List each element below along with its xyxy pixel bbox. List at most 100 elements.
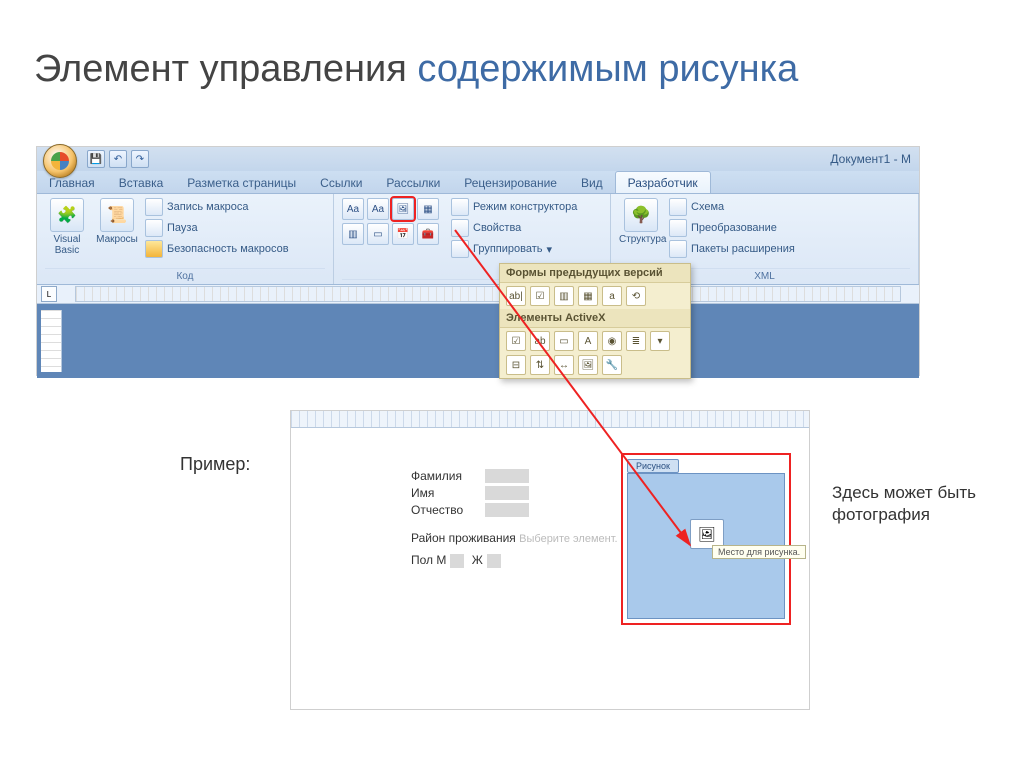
transform-icon [669,219,687,237]
legacy-forms-header: Формы предыдущих версий [500,264,690,283]
document-background [37,304,919,378]
design-mode-button[interactable]: Режим конструктора [451,198,577,216]
label-pol: Пол [411,553,433,567]
word-screenshot: 💾 ↶ ↷ Документ1 - M Главная Вставка Разм… [36,146,920,376]
group-controls-button[interactable]: Группировать ▾ [451,240,577,258]
activex-check-icon[interactable]: ☑ [506,331,526,351]
combo-control-icon[interactable]: ▥ [342,223,364,245]
activex-button-icon[interactable]: ▭ [554,331,574,351]
macro-security-button[interactable]: Безопасность макросов [145,240,289,258]
structure-button[interactable]: 🌳 Структура [619,198,663,245]
design-mode-icon [451,198,469,216]
structure-icon: 🌳 [624,198,658,232]
legacy-reset-icon[interactable]: ⟲ [626,286,646,306]
document-surface[interactable] [66,304,919,378]
tab-selector[interactable]: L [41,286,57,302]
dropdown-control-icon[interactable]: ▭ [367,223,389,245]
label-otchestvo: Отчество [411,503,477,517]
shield-icon [145,240,163,258]
checkbox-pol-m[interactable] [450,554,464,568]
legacy-frame-icon[interactable]: ▦ [578,286,598,306]
legacy-field-icon[interactable]: a [602,286,622,306]
field-imya[interactable] [485,486,529,500]
slide-title-accent: содержимым рисунка [417,48,798,90]
side-note: Здесь может быть фотография [832,482,982,526]
schema-icon [669,198,687,216]
example-ruler [291,411,809,428]
activex-combo-icon[interactable]: ▾ [650,331,670,351]
undo-icon[interactable]: ↶ [109,150,127,168]
tab-pagelayout[interactable]: Разметка страницы [175,172,308,193]
activex-option-icon[interactable]: ◉ [602,331,622,351]
save-icon[interactable]: 💾 [87,150,105,168]
visual-basic-button[interactable]: 🧩 Visual Basic [45,198,89,256]
activex-header: Элементы ActiveX [500,309,690,328]
activex-image-icon[interactable]: 🖼 [578,355,598,375]
ribbon-tabs: Главная Вставка Разметка страницы Ссылки… [37,171,919,194]
schema-button[interactable]: Схема [669,198,795,216]
tab-mailings[interactable]: Рассылки [374,172,452,193]
record-macro-button[interactable]: Запись макроса [145,198,289,216]
window-title: Документ1 - M [830,152,919,166]
label-imya: Имя [411,486,477,500]
ribbon: 🧩 Visual Basic 📜 Макросы Запись макроса … [37,194,919,285]
tab-home[interactable]: Главная [37,172,107,193]
activex-more-icon[interactable]: 🔧 [602,355,622,375]
controls-gallery: Aa Aa 🖼 ▦ ▥ ▭ 📅 🧰 [342,198,439,245]
horizontal-ruler-row: L [37,285,919,304]
label-familiya: Фамилия [411,469,477,483]
picture-content-control[interactable]: Рисунок 🖼 Место для рисунка. [621,453,791,625]
datepicker-control-icon[interactable]: 📅 [392,223,414,245]
group-code-label: Код [45,268,325,282]
label-pol-m: М [436,553,446,567]
group-code: 🧩 Visual Basic 📜 Макросы Запись макроса … [37,194,334,284]
activex-label-icon[interactable]: A [578,331,598,351]
group-icon [451,240,469,258]
properties-button[interactable]: Свойства [451,219,577,237]
record-macro-icon [145,198,163,216]
quick-access-toolbar: 💾 ↶ ↷ Документ1 - M [37,147,919,171]
legacy-tools-icon[interactable]: 🧰 [417,223,439,245]
richtext-control-icon[interactable]: Aa [342,198,364,220]
legacy-check-icon[interactable]: ☑ [530,286,550,306]
expansion-packs-button[interactable]: Пакеты расширения [669,240,795,258]
pause-recording-button[interactable]: Пауза [145,219,289,237]
redo-icon[interactable]: ↷ [131,150,149,168]
label-pol-zh: Ж [472,553,483,567]
tab-references[interactable]: Ссылки [308,172,374,193]
horizontal-ruler[interactable] [75,286,901,302]
tab-review[interactable]: Рецензирование [452,172,569,193]
legacy-text-icon[interactable]: ab| [506,286,526,306]
plaintext-control-icon[interactable]: Aa [367,198,389,220]
tab-developer[interactable]: Разработчик [615,171,711,193]
label-rayon: Район проживания [411,531,516,545]
picture-control-tab: Рисунок [627,459,679,473]
activex-text-icon[interactable]: ab [530,331,550,351]
office-button[interactable] [43,144,77,178]
example-screenshot: Фамилия Имя Отчество Район проживания Вы… [290,410,810,710]
activex-list-icon[interactable]: ≣ [626,331,646,351]
activex-toggle-icon[interactable]: ⊟ [506,355,526,375]
activex-scroll-icon[interactable]: ↔ [554,355,574,375]
transform-button[interactable]: Преобразование [669,219,795,237]
field-otchestvo[interactable] [485,503,529,517]
expansion-packs-icon [669,240,687,258]
picture-control-icon[interactable]: 🖼 [392,198,414,220]
legacy-tools-dropdown: Формы предыдущих версий ab| ☑ ▥ ▦ a ⟲ Эл… [499,263,691,379]
slide-title: Элемент управления содержимым рисунка [34,48,798,91]
tab-view[interactable]: Вид [569,172,615,193]
buildingblock-control-icon[interactable]: ▦ [417,198,439,220]
legacy-dropdown-icon[interactable]: ▥ [554,286,574,306]
checkbox-pol-zh[interactable] [487,554,501,568]
properties-icon [451,219,469,237]
picture-tooltip: Место для рисунка. [712,545,806,559]
macros-button[interactable]: 📜 Макросы [95,198,139,245]
example-label: Пример: [180,454,250,475]
visual-basic-icon: 🧩 [50,198,84,232]
placeholder-rayon[interactable]: Выберите элемент. [519,533,617,545]
activex-spin-icon[interactable]: ⇅ [530,355,550,375]
pause-icon [145,219,163,237]
vertical-ruler[interactable] [41,310,62,372]
field-familiya[interactable] [485,469,529,483]
tab-insert[interactable]: Вставка [107,172,176,193]
